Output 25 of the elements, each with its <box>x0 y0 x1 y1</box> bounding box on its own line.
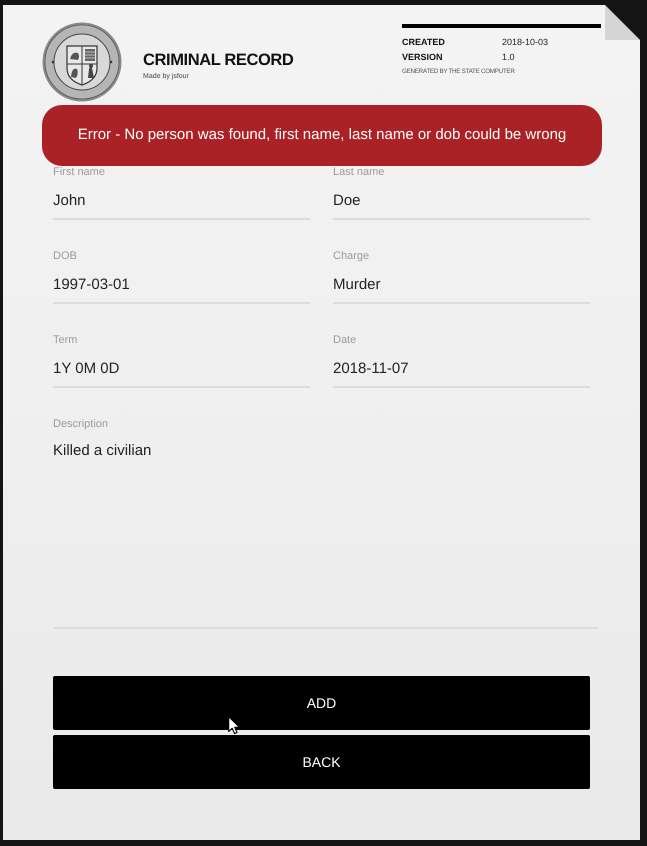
description-field[interactable]: Killed a civilian <box>53 435 598 629</box>
document-title: CRIMINAL RECORD <box>143 50 294 70</box>
field-label: Last name <box>333 166 384 178</box>
input-field[interactable]: 2018-11-07 <box>333 351 590 388</box>
action-button[interactable]: ADD <box>53 676 590 730</box>
field-label: Term <box>53 334 78 346</box>
field-label: Charge <box>333 250 370 262</box>
folded-corner <box>605 5 640 40</box>
error-toast: Error - No person was found, first name, last name or dob could be wrong <box>42 105 602 166</box>
meta-label: VERSION <box>402 50 444 64</box>
action-button[interactable]: BACK <box>53 735 590 789</box>
meta-value: 1.0 <box>502 50 515 64</box>
field-label: Date <box>333 334 356 346</box>
meta-value: 2018-10-03 <box>502 36 548 49</box>
input-field[interactable]: 1Y 0M 0D <box>53 351 310 388</box>
input-field[interactable]: Doe <box>333 183 590 220</box>
field-label: First name <box>53 166 105 178</box>
pointer-cursor-icon <box>228 716 241 735</box>
field-label: DOB <box>53 250 77 262</box>
input-field[interactable]: Murder <box>333 267 590 304</box>
city-seal-icon <box>42 22 122 102</box>
field-label: Description <box>53 418 108 430</box>
input-field[interactable]: 1997-03-01 <box>53 267 310 304</box>
meta-label: CREATED <box>402 36 446 49</box>
input-field[interactable]: John <box>53 183 310 220</box>
